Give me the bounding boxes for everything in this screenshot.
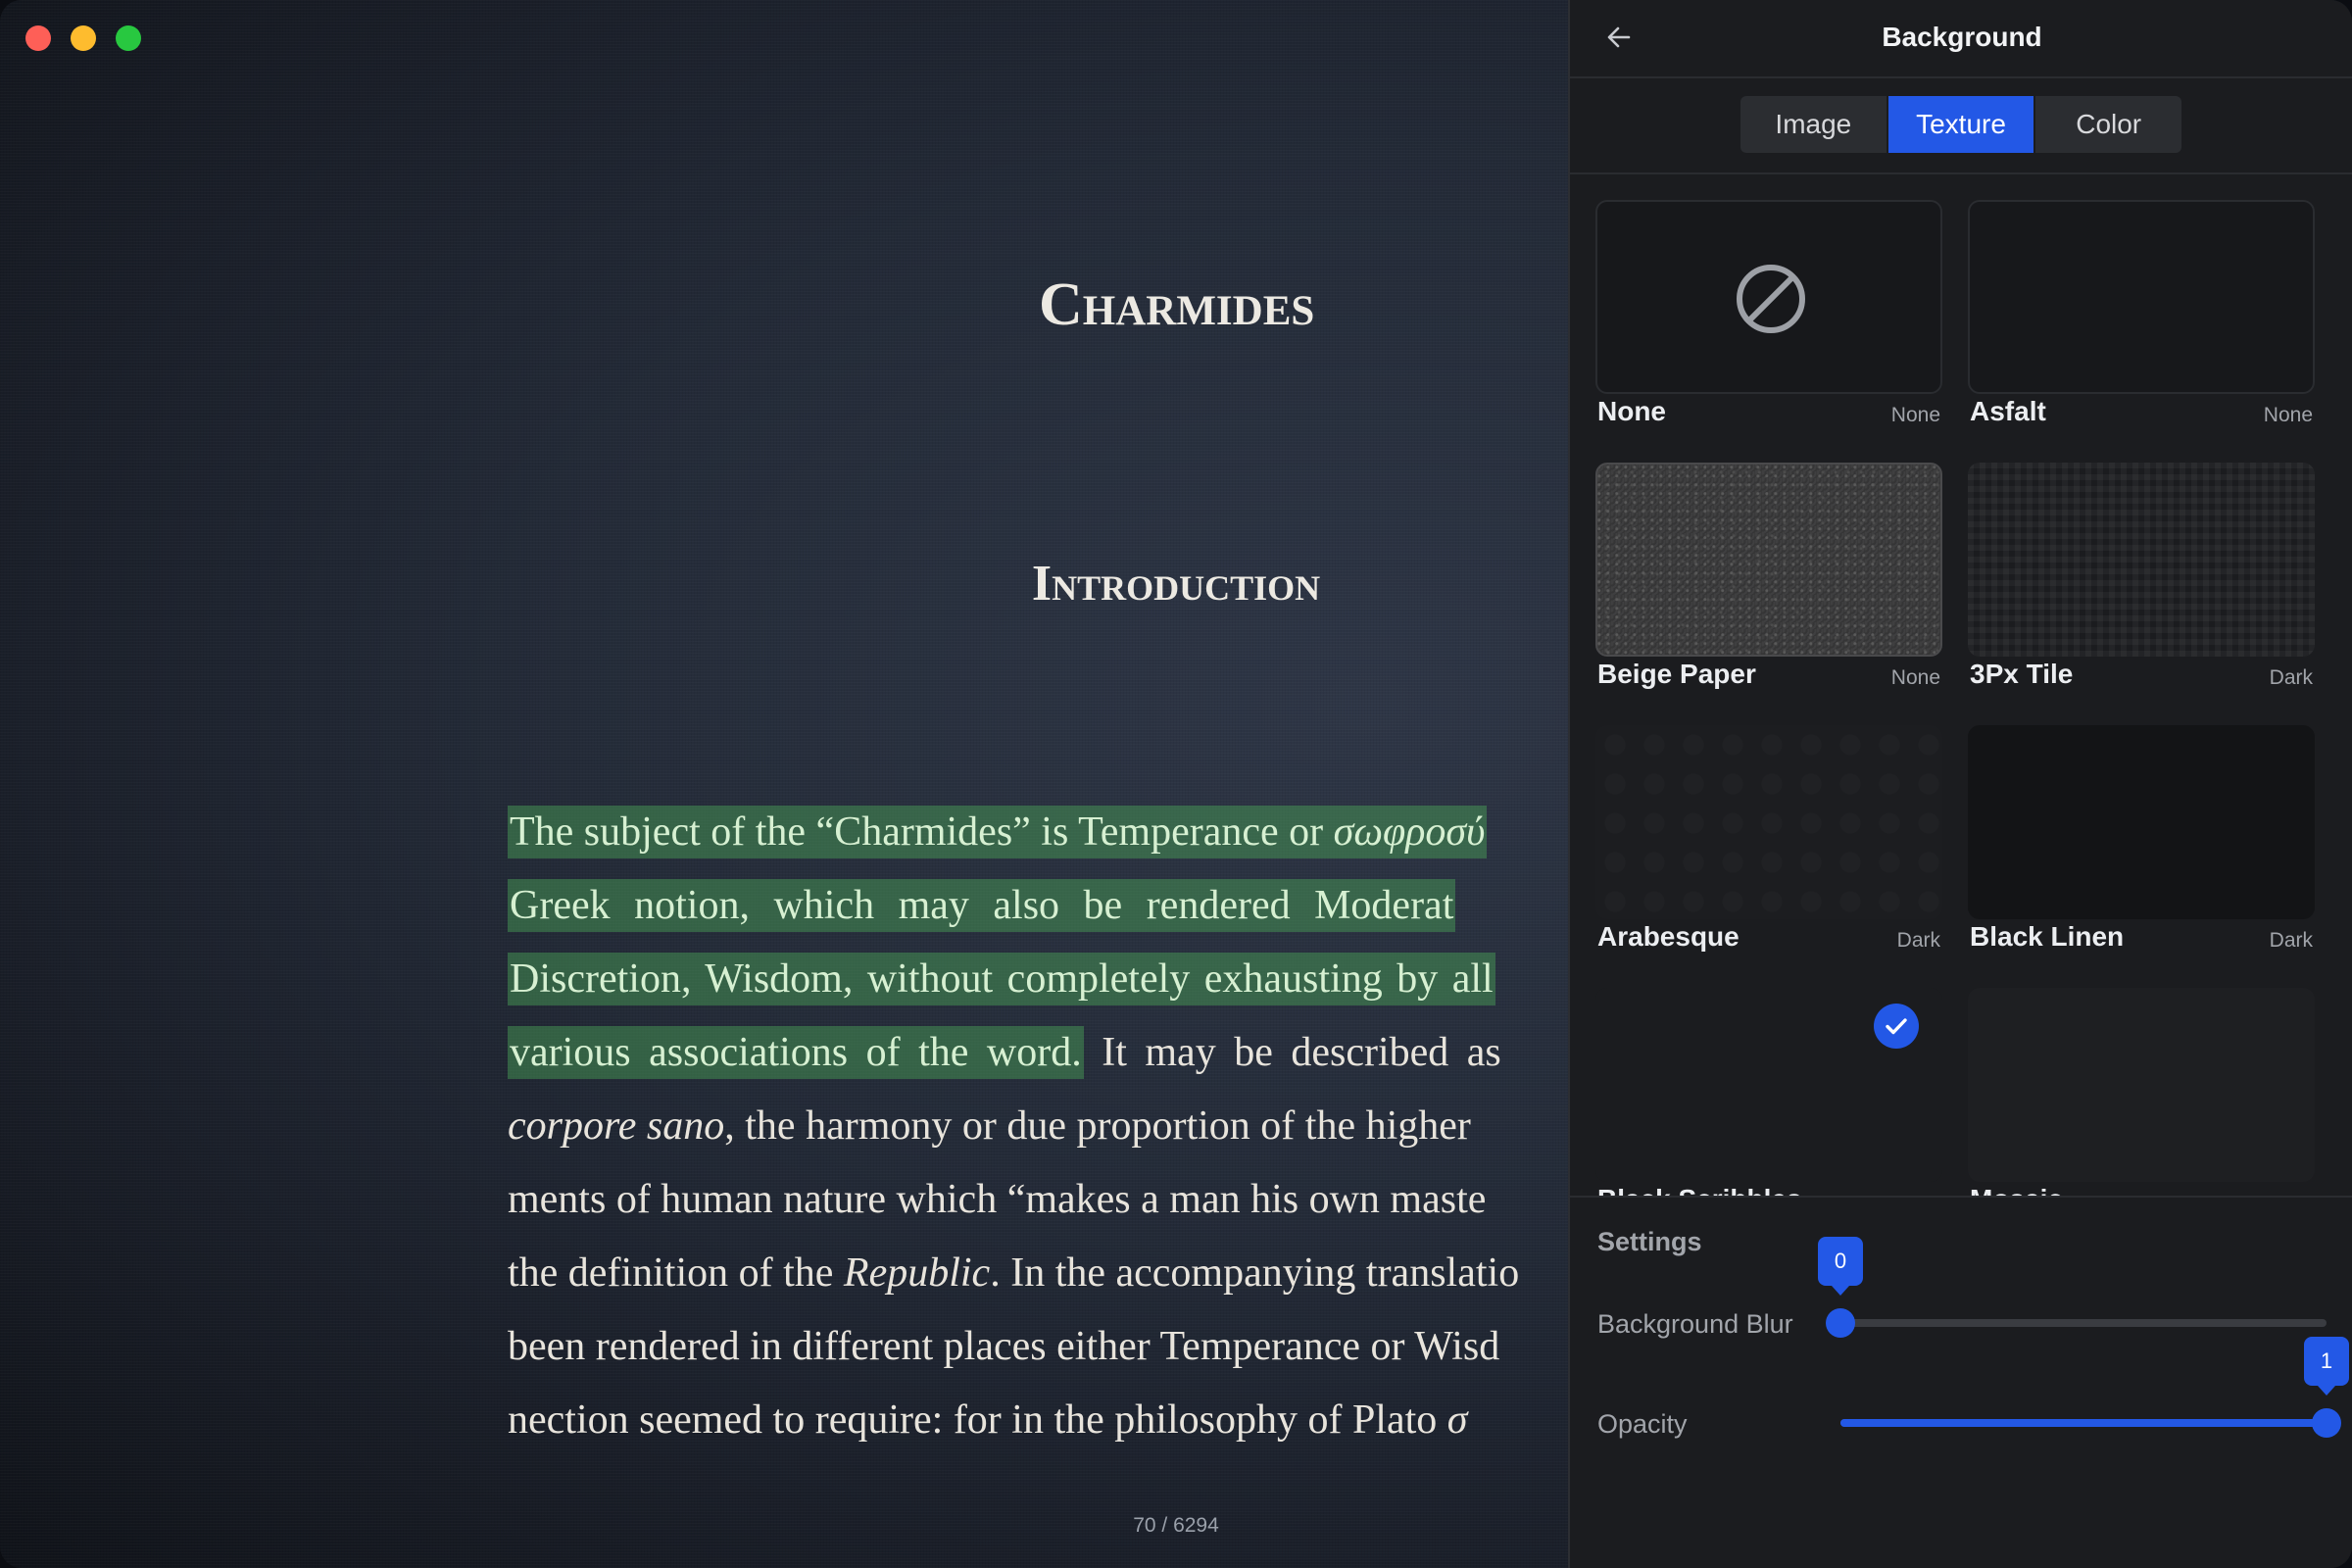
texture-tag: None [1890, 404, 1940, 426]
settings-title: Settings [1597, 1227, 1702, 1256]
close-window-button[interactable] [25, 25, 51, 51]
chapter-title: Charmides [1039, 271, 1315, 338]
book-text[interactable]: The subject of the “Charmides” is Temper… [508, 796, 1568, 1457]
app-window: Charmides Introduction The subject of th… [0, 0, 2352, 1568]
window-controls [25, 25, 141, 51]
divider [1570, 172, 2352, 174]
texture-tag: Dark [1896, 929, 1940, 952]
prohibited-icon [1734, 262, 1808, 341]
texture-name: Beige Paper [1597, 659, 1756, 689]
text-line: been rendered in different places either… [508, 1324, 1500, 1369]
background-blur-label: Background Blur [1597, 1309, 1793, 1339]
settings-section: Settings Background Blur 0 Opacity 1 [1570, 1196, 2352, 1568]
texture-name: Asfalt [1970, 396, 2046, 426]
texture-tile-3px-tile[interactable]: 3Px Tile Dark [1968, 463, 2315, 689]
texture-swatch [1968, 463, 2315, 657]
highlight: Greek notion, which may also be rendered… [508, 879, 1456, 932]
text-line: The subject of the “Charmides” is Temper… [508, 796, 1568, 869]
texture-tile-none[interactable]: None None [1595, 200, 1942, 426]
texture-tag: Dark [2269, 666, 2313, 689]
selected-check-icon [1874, 1004, 1919, 1049]
texture-tag: None [1890, 666, 1940, 689]
section-title: Introduction [1031, 556, 1321, 612]
background-blur-slider[interactable]: 0 [1818, 1237, 2327, 1338]
texture-tag: None [2263, 404, 2313, 426]
background-type-tabs: Image Texture Color [1740, 96, 2181, 153]
texture-name: None [1597, 396, 1666, 426]
texture-name: Black Scribbles [1597, 1184, 1802, 1196]
page-indicator: 70 / 6294 [1133, 1514, 1219, 1537]
texture-tile-arabesque[interactable]: Arabesque Dark [1595, 725, 1942, 952]
text-line: nection seemed to require: for in the ph… [508, 1397, 1468, 1443]
texture-name: Black Linen [1970, 921, 2125, 952]
highlight: Discretion, Wisdom, without completely e… [508, 953, 1495, 1005]
reader-pane: Charmides Introduction The subject of th… [0, 0, 1568, 1568]
texture-tag: Dark [2269, 929, 2313, 952]
background-panel: Background Image Texture Color None None [1568, 0, 2352, 1568]
texture-swatch [1595, 200, 1942, 394]
slider-fill [1840, 1419, 2327, 1427]
texture-tile-asfalt[interactable]: Asfalt None [1968, 200, 2315, 426]
text-line: Greek notion, which may also be rendered… [508, 869, 1568, 943]
tab-image[interactable]: Image [1740, 96, 1888, 153]
texture-name: Arabesque [1597, 921, 1740, 952]
texture-swatch [1595, 463, 1942, 657]
panel-header: Background [1570, 0, 2352, 78]
maximize-window-button[interactable] [116, 25, 141, 51]
text-line: ments of human nature which “makes a man… [508, 1177, 1487, 1222]
texture-tile-black-scribbles[interactable]: Black Scribbles [1595, 988, 1942, 1196]
texture-tile-beige-paper[interactable]: Beige Paper None [1595, 463, 1942, 689]
texture-tile-mosaic[interactable]: Mosaic [1968, 988, 2315, 1196]
text-line: corpore sano, the harmony or due proport… [508, 1103, 1471, 1149]
minimize-window-button[interactable] [71, 25, 96, 51]
texture-swatch [1595, 988, 1942, 1182]
texture-swatch [1968, 200, 2315, 394]
texture-tile-black-linen[interactable]: Black Linen Dark [1968, 725, 2315, 952]
texture-swatch [1968, 725, 2315, 919]
panel-title: Background [1882, 22, 2042, 52]
texture-swatch [1595, 725, 1942, 919]
opacity-label: Opacity [1597, 1409, 1688, 1439]
highlight: various associations of the word. [508, 1026, 1084, 1079]
text-line: the definition of the Republic. In the a… [508, 1250, 1520, 1296]
tab-texture[interactable]: Texture [1887, 96, 2036, 153]
tab-color[interactable]: Color [2035, 96, 2181, 153]
opacity-slider[interactable]: 1 [1840, 1337, 2349, 1438]
text-line: various associations of the word. It may… [508, 1016, 1568, 1090]
slider-thumb[interactable] [1826, 1308, 1855, 1338]
slider-value-bubble: 0 [1818, 1237, 1863, 1296]
texture-name: 3Px Tile [1970, 659, 2074, 689]
highlight: The subject of the “Charmides” is Temper… [508, 806, 1488, 858]
texture-grid: None None Asfalt None Beige Paper None 3… [1595, 200, 2330, 1196]
text-line: Discretion, Wisdom, without completely e… [508, 943, 1568, 1016]
slider-value-bubble: 1 [2304, 1337, 2349, 1396]
texture-name: Mosaic [1970, 1184, 2063, 1196]
slider-thumb[interactable] [2312, 1408, 2341, 1438]
texture-swatch [1968, 988, 2315, 1182]
